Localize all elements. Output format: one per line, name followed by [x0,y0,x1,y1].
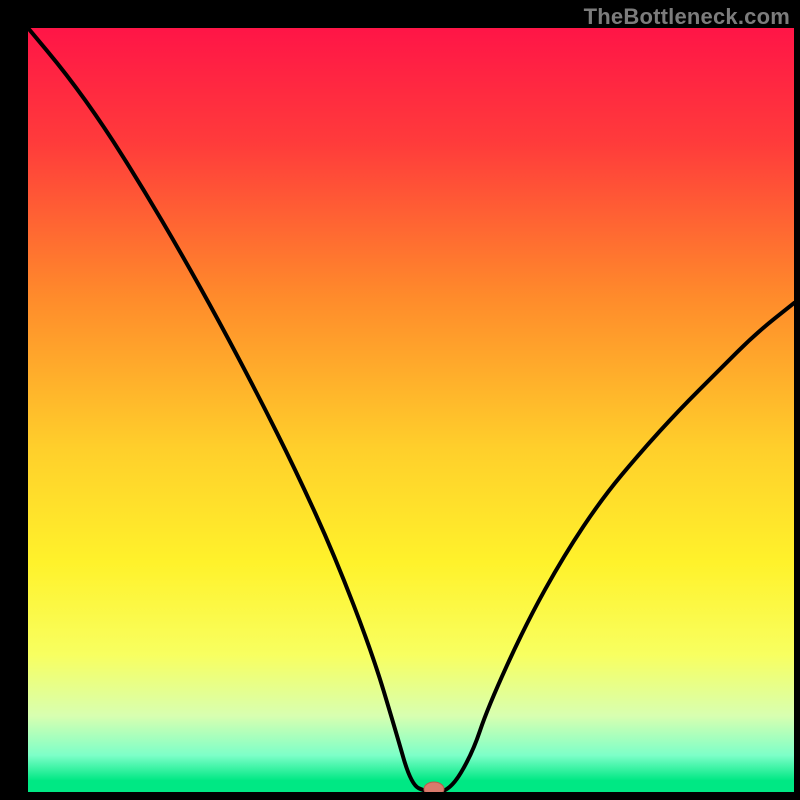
bottleneck-chart [0,0,800,800]
optimal-point-marker [424,782,444,796]
watermark-text: TheBottleneck.com [584,4,790,30]
chart-frame: TheBottleneck.com [0,0,800,800]
